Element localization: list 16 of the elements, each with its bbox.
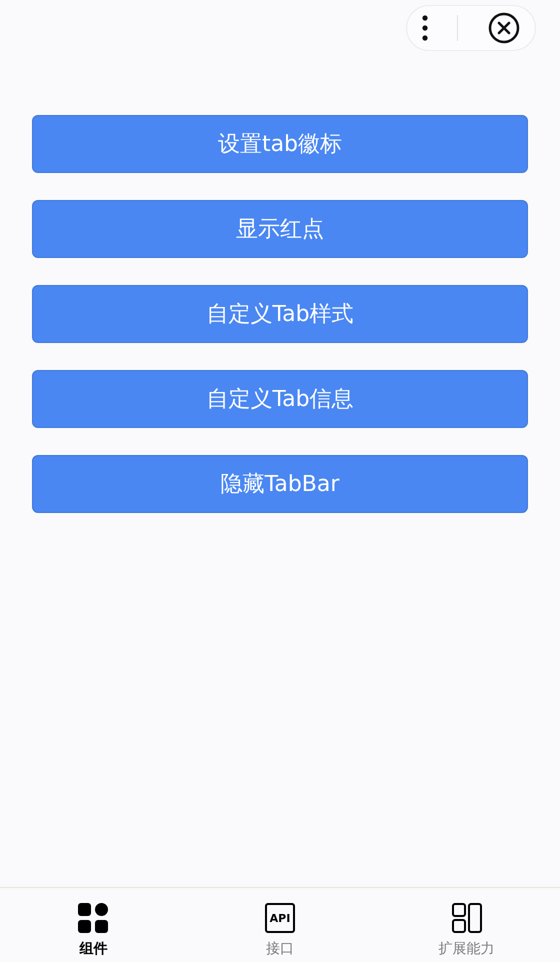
- action-button[interactable]: 自定义Tab样式: [32, 285, 528, 343]
- action-button[interactable]: 显示红点: [32, 200, 528, 258]
- panels-icon: [452, 903, 482, 933]
- action-button[interactable]: 隐藏TabBar: [32, 455, 528, 513]
- tab-label: 组件: [79, 940, 108, 959]
- close-icon[interactable]: [488, 12, 520, 44]
- tab-bar-item[interactable]: API 接口: [186, 888, 374, 962]
- more-icon[interactable]: [422, 15, 428, 41]
- tab-bar-item[interactable]: 组件: [0, 888, 187, 962]
- tab-label: 接口: [266, 940, 294, 959]
- action-button[interactable]: 自定义Tab信息: [32, 370, 528, 428]
- tab-bar-item[interactable]: 扩展能力: [373, 888, 560, 962]
- api-icon: API: [265, 903, 295, 933]
- grid-icon: [78, 903, 108, 933]
- action-button[interactable]: 设置tab徽标: [32, 115, 528, 173]
- tab-label: 扩展能力: [438, 940, 495, 959]
